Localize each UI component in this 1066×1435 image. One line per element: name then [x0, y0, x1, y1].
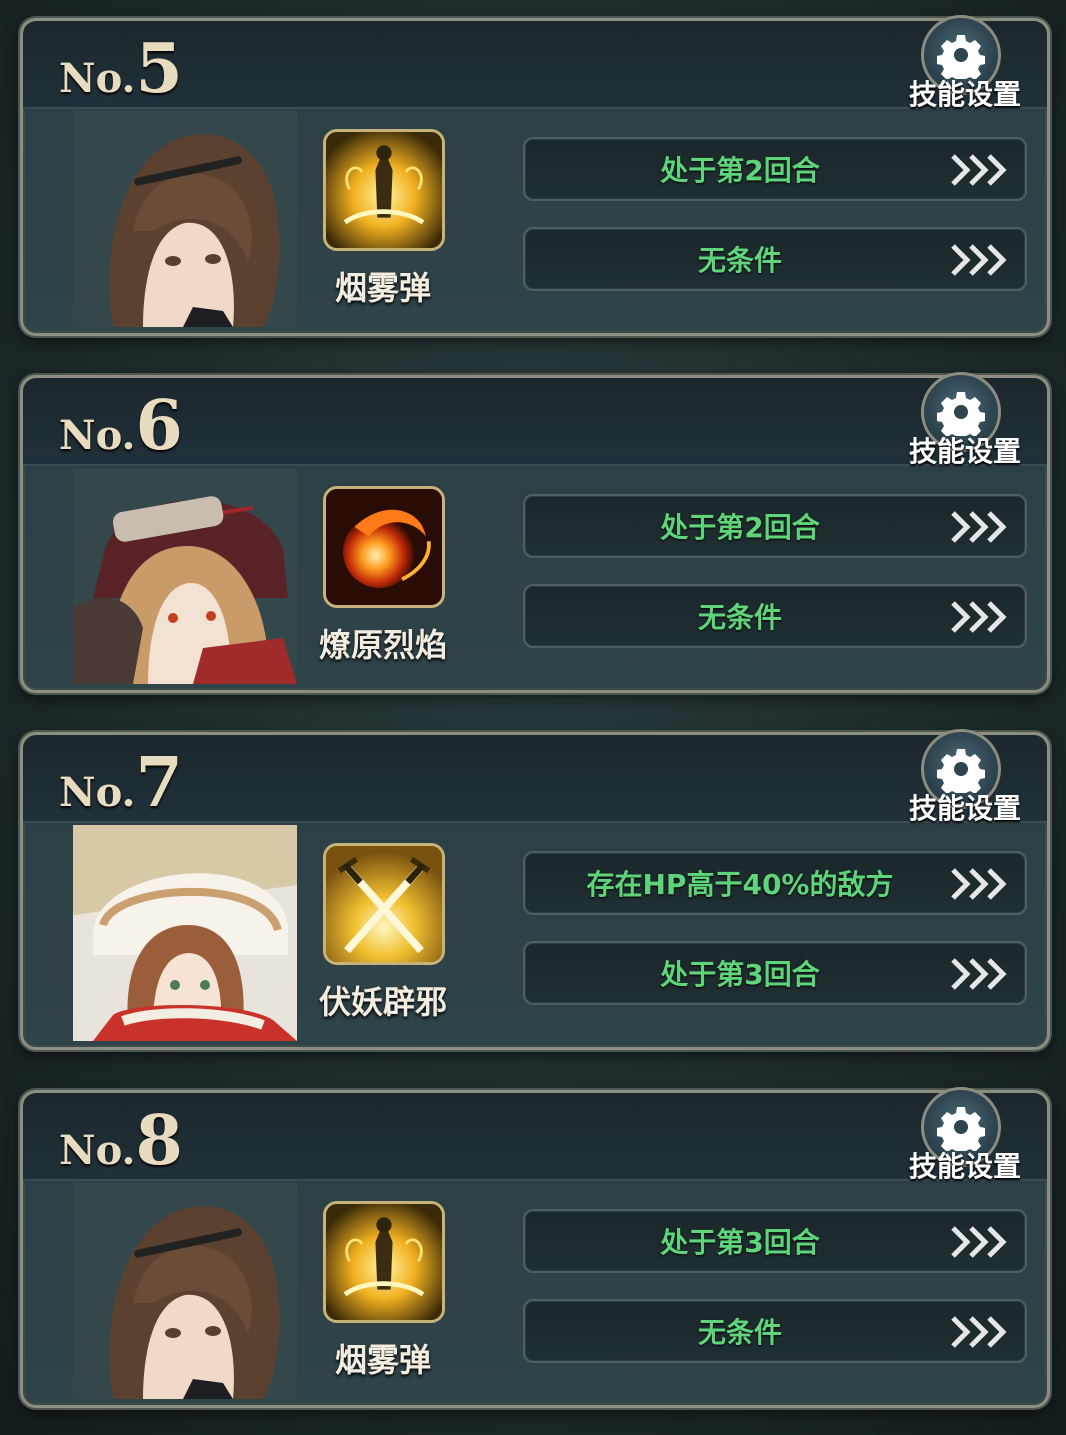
slot-number-digit: 5	[135, 29, 183, 109]
skill-settings-label[interactable]: 技能设置	[909, 73, 1021, 113]
gear-icon	[937, 749, 985, 793]
condition-button-2[interactable]: 无条件	[523, 1299, 1027, 1363]
chevron-right-triple-icon	[951, 601, 1007, 633]
smoke-bomb-icon[interactable]	[323, 1201, 445, 1323]
slot-number-prefix: No.	[59, 412, 136, 459]
condition-text: 无条件	[697, 244, 782, 277]
character-portrait	[73, 111, 297, 327]
skill-name: 燎原烈焰	[318, 626, 447, 664]
slot-number-prefix: No.	[59, 1127, 136, 1174]
skill-name: 烟雾弹	[334, 1341, 431, 1379]
slot-number: No.7	[59, 743, 183, 823]
condition-text: 处于第3回合	[660, 958, 820, 991]
chevron-right-triple-icon	[951, 154, 1007, 186]
slot-number-digit: 7	[135, 743, 183, 823]
slot-number-digit: 6	[135, 386, 183, 466]
character-portrait	[73, 825, 297, 1041]
condition-text: 处于第2回合	[660, 154, 820, 187]
skill-name: 烟雾弹	[334, 269, 431, 307]
skill-settings-label[interactable]: 技能设置	[909, 430, 1021, 470]
skill-settings-label[interactable]: 技能设置	[909, 787, 1021, 827]
slot-number: No.5	[59, 29, 183, 109]
condition-text: 无条件	[697, 601, 782, 634]
condition-text: 无条件	[697, 1316, 782, 1349]
condition-button-1[interactable]: 处于第2回合	[523, 137, 1027, 201]
condition-text: 存在HP高于40%的敌方	[586, 868, 894, 901]
slot-number-digit: 8	[135, 1101, 183, 1181]
slot-number: No.8	[59, 1101, 183, 1181]
skill-settings-label[interactable]: 技能设置	[909, 1145, 1021, 1185]
condition-button-1[interactable]: 存在HP高于40%的敌方	[523, 851, 1027, 915]
condition-button-2[interactable]: 无条件	[523, 227, 1027, 291]
gear-icon	[937, 1107, 985, 1151]
condition-button-2[interactable]: 处于第3回合	[523, 941, 1027, 1005]
condition-text: 处于第3回合	[660, 1226, 820, 1259]
chevron-right-triple-icon	[951, 958, 1007, 990]
condition-button-2[interactable]: 无条件	[523, 584, 1027, 648]
character-portrait	[73, 468, 297, 684]
slot-number: No.6	[59, 386, 183, 466]
chevron-right-triple-icon	[951, 511, 1007, 543]
fireball-icon[interactable]	[323, 486, 445, 608]
character-portrait	[73, 1183, 297, 1399]
condition-button-1[interactable]: 处于第3回合	[523, 1209, 1027, 1273]
chevron-right-triple-icon	[951, 1316, 1007, 1348]
slot-number-prefix: No.	[59, 55, 136, 102]
skill-name: 伏妖辟邪	[318, 983, 447, 1021]
slot-number-prefix: No.	[59, 769, 136, 816]
skill-slot-card-7: No.7 技能设置 伏妖辟邪 存在HP高于40%的敌方 处于第3回合	[20, 729, 1050, 1050]
smoke-bomb-icon[interactable]	[323, 129, 445, 251]
condition-button-1[interactable]: 处于第2回合	[523, 494, 1027, 558]
gear-icon	[937, 35, 985, 79]
crossed-swords-icon[interactable]	[323, 843, 445, 965]
gear-icon	[937, 392, 985, 436]
chevron-right-triple-icon	[951, 1226, 1007, 1258]
condition-text: 处于第2回合	[660, 511, 820, 544]
skill-slot-card-6: No.6 技能设置 燎原烈焰 处于第2回合 无条件	[20, 372, 1050, 693]
skill-slot-card-5: No.5 技能设置 烟雾弹 处于第2回合 无条件	[20, 15, 1050, 336]
skill-slot-card-8: No.8 技能设置 烟雾弹 处于第3回合 无条件	[20, 1087, 1050, 1408]
chevron-right-triple-icon	[951, 244, 1007, 276]
chevron-right-triple-icon	[951, 868, 1007, 900]
